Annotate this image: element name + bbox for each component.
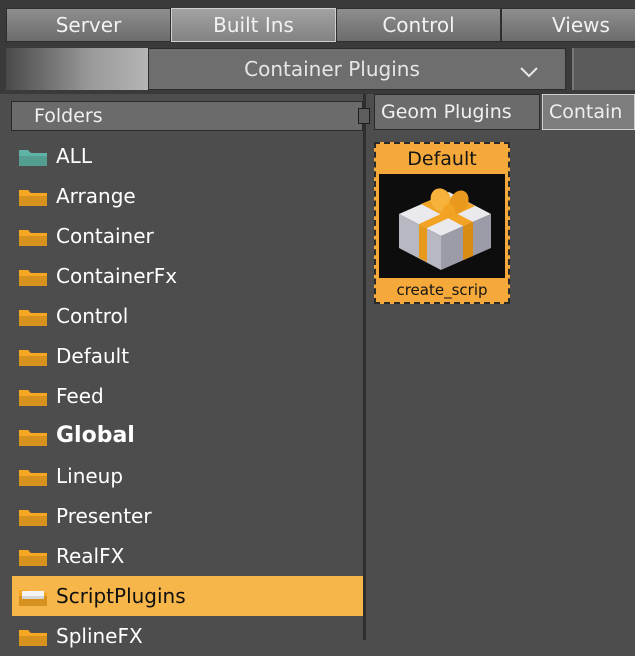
- folder-icon: [19, 310, 47, 326]
- folder-icon: [19, 270, 47, 286]
- folders-header: Folders: [11, 101, 363, 131]
- folder-item-label: Presenter: [56, 504, 152, 528]
- folder-item-label: Control: [56, 304, 129, 328]
- folder-icon: [19, 350, 47, 366]
- folder-icon: [19, 430, 47, 446]
- folder-item-label: Global: [56, 423, 135, 448]
- folder-item-label: Feed: [56, 384, 104, 408]
- plugin-tile-title: Default: [407, 148, 477, 170]
- folder-icon: [19, 230, 47, 246]
- tab-control[interactable]: Control: [336, 8, 501, 42]
- folder-item-label: ALL: [56, 144, 92, 168]
- dropdown-side-area: [572, 48, 635, 90]
- folder-item-label: Container: [56, 224, 154, 248]
- folder-all-icon: [19, 150, 47, 166]
- folder-item-presenter[interactable]: Presenter: [6, 496, 363, 536]
- plugin-tile-default[interactable]: Default create_scrip: [374, 142, 510, 304]
- folder-item-label: SplineFX: [56, 624, 143, 648]
- folder-item-label: ScriptPlugins: [56, 584, 186, 608]
- folder-item-label: ContainerFx: [56, 264, 178, 288]
- folder-item-realfx[interactable]: RealFX: [6, 536, 363, 576]
- folder-item-container[interactable]: Container: [6, 216, 363, 256]
- folder-item-global[interactable]: Global: [6, 416, 363, 456]
- folder-item-control[interactable]: Control: [6, 296, 363, 336]
- chevron-down-icon: [520, 67, 538, 78]
- folder-item-label: RealFX: [56, 544, 125, 568]
- folder-icon: [19, 510, 47, 526]
- tab-views[interactable]: Views: [501, 8, 635, 42]
- folder-icon: [19, 550, 47, 566]
- folder-icon: [19, 630, 47, 646]
- folder-item-all[interactable]: ALL: [6, 136, 363, 176]
- folder-item-feed[interactable]: Feed: [6, 376, 363, 416]
- panel-splitter-handle[interactable]: [358, 108, 370, 124]
- folder-icon: [19, 390, 47, 406]
- plugin-tile-caption: create_scrip: [396, 281, 488, 299]
- tab-built-ins[interactable]: Built Ins: [171, 8, 336, 42]
- folders-panel: Folders ALL Arrange Container ContainerFx Co…: [6, 94, 366, 648]
- folder-item-containerfx[interactable]: ContainerFx: [6, 256, 363, 296]
- tab-container-plugins[interactable]: Contain: [542, 94, 635, 130]
- tab-geom-plugins[interactable]: Geom Plugins: [374, 94, 540, 130]
- folder-item-label: Lineup: [56, 464, 124, 488]
- folder-item-scriptplugins[interactable]: ScriptPlugins: [12, 576, 363, 616]
- plugins-panel: Geom Plugins Contain Default create_scri…: [372, 94, 635, 640]
- folder-item-label: Arrange: [56, 184, 136, 208]
- folder-item-label: Default: [56, 344, 130, 368]
- folder-open-icon: [19, 590, 47, 606]
- tab-server[interactable]: Server: [6, 8, 171, 42]
- plugin-category-label: Container Plugins: [244, 57, 420, 81]
- folder-icon: [19, 470, 47, 486]
- folder-item-lineup[interactable]: Lineup: [6, 456, 363, 496]
- category-gradient-area: [6, 48, 148, 90]
- plugin-category-row: Container Plugins: [0, 44, 635, 94]
- top-tab-bar: Server Built Ins Control Views: [0, 0, 635, 44]
- folder-item-arrange[interactable]: Arrange: [6, 176, 363, 216]
- plugin-category-dropdown[interactable]: Container Plugins: [148, 48, 566, 90]
- folder-item-default[interactable]: Default: [6, 336, 363, 376]
- gift-box-icon: [379, 174, 505, 278]
- folder-item-splinefx[interactable]: SplineFX: [6, 616, 363, 656]
- folder-list: ALL Arrange Container ContainerFx Control Def…: [6, 136, 363, 656]
- folder-icon: [19, 190, 47, 206]
